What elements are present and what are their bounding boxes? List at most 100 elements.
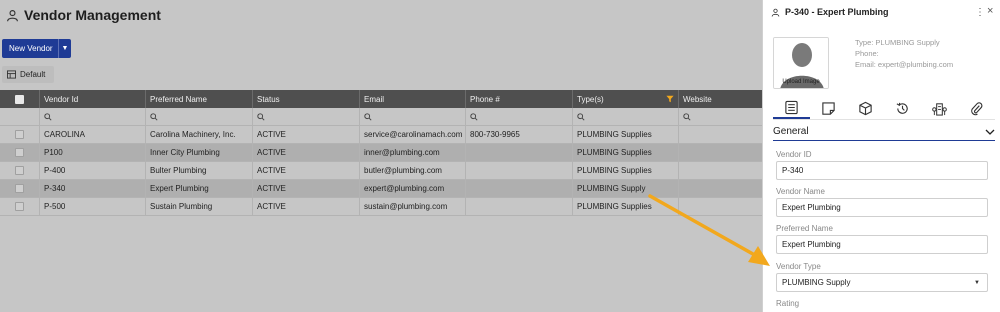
tab-notes[interactable]: [810, 97, 847, 119]
tab-attachments[interactable]: [958, 97, 995, 119]
panel-title: P-340 - Expert Plumbing: [785, 7, 889, 17]
cell-status: ACTIVE: [253, 162, 360, 179]
page-title: Vendor Management: [24, 7, 161, 23]
cell-phone: [466, 144, 573, 161]
view-label: Default: [20, 70, 46, 79]
column-header-types[interactable]: Type(s): [573, 90, 679, 108]
tab-items[interactable]: [847, 97, 884, 119]
cell-preferred-name: Inner City Plumbing: [146, 144, 253, 161]
upload-image-label[interactable]: Upload Image: [774, 79, 828, 85]
cell-email: inner@plumbing.com: [360, 144, 466, 161]
grid-header-row: Vendor Id Preferred Name Status Email Ph…: [0, 90, 762, 108]
vendor-type-select[interactable]: PLUMBING Supply ▼: [776, 273, 988, 292]
box-icon: [859, 101, 872, 115]
cell-type: PLUMBING Supply: [573, 180, 679, 197]
cell-preferred-name: Bulter Plumbing: [146, 162, 253, 179]
tab-general[interactable]: [773, 97, 810, 119]
row-select-cell[interactable]: [0, 144, 40, 161]
table-row[interactable]: P-500 Sustain Plumbing ACTIVE sustain@pl…: [0, 198, 762, 216]
cell-status: ACTIVE: [253, 180, 360, 197]
vendor-user-icon: [7, 9, 18, 21]
cell-status: ACTIVE: [253, 126, 360, 143]
filter-cell[interactable]: [573, 108, 679, 125]
preferred-name-label: Preferred Name: [776, 224, 833, 233]
filter-cell[interactable]: [146, 108, 253, 125]
row-checkbox[interactable]: [15, 130, 24, 139]
filter-icon[interactable]: [666, 95, 674, 103]
new-vendor-label: New Vendor: [9, 44, 53, 53]
column-header-preferred-name[interactable]: Preferred Name: [146, 90, 253, 108]
select-all-cell[interactable]: [0, 90, 40, 108]
preferred-name-field[interactable]: Expert Plumbing: [776, 235, 988, 254]
section-general-header[interactable]: General: [773, 123, 995, 141]
row-checkbox[interactable]: [15, 148, 24, 157]
column-header-email[interactable]: Email: [360, 90, 466, 108]
cell-preferred-name: Sustain Plumbing: [146, 198, 253, 215]
search-icon: [577, 112, 585, 121]
row-checkbox[interactable]: [15, 166, 24, 175]
row-select-cell[interactable]: [0, 180, 40, 197]
vendor-type-value: PLUMBING Supply: [782, 278, 851, 287]
cell-phone: 800-730-9965: [466, 126, 573, 143]
dropdown-caret-icon[interactable]: ▼: [974, 280, 980, 286]
row-checkbox[interactable]: [15, 184, 24, 193]
column-header-phone[interactable]: Phone #: [466, 90, 573, 108]
cell-phone: [466, 180, 573, 197]
filter-cell-empty: [0, 108, 40, 125]
filter-row: [0, 108, 762, 126]
page-header: Vendor Management: [6, 6, 161, 24]
table-row-selected[interactable]: P-340 Expert Plumbing ACTIVE expert@plum…: [0, 180, 762, 198]
list-icon: [785, 100, 798, 114]
column-header-website[interactable]: Website: [679, 90, 762, 108]
row-checkbox[interactable]: [15, 202, 24, 211]
table-row[interactable]: P100 Inner City Plumbing ACTIVE inner@pl…: [0, 144, 762, 162]
tab-locations[interactable]: [921, 97, 958, 119]
vendor-name-field[interactable]: Expert Plumbing: [776, 198, 988, 217]
filter-cell[interactable]: [253, 108, 360, 125]
cell-type: PLUMBING Supplies: [573, 126, 679, 143]
chevron-down-icon[interactable]: [985, 127, 995, 137]
filter-cell[interactable]: [360, 108, 466, 125]
row-select-cell[interactable]: [0, 126, 40, 143]
table-row[interactable]: P-400 Bulter Plumbing ACTIVE butler@plum…: [0, 162, 762, 180]
select-all-checkbox[interactable]: [15, 94, 24, 104]
paperclip-icon: [971, 101, 983, 115]
chevron-down-icon[interactable]: ▼: [58, 39, 71, 58]
filter-cell[interactable]: [466, 108, 573, 125]
row-select-cell[interactable]: [0, 162, 40, 179]
new-vendor-button[interactable]: New Vendor ▼: [2, 39, 71, 58]
column-header-status[interactable]: Status: [253, 90, 360, 108]
table-row[interactable]: CAROLINA Carolina Machinery, Inc. ACTIVE…: [0, 126, 762, 144]
search-icon: [470, 112, 478, 121]
cell-website: [679, 162, 762, 179]
column-header-vendor-id[interactable]: Vendor Id: [40, 90, 146, 108]
vendor-meta: Type: PLUMBING Supply Phone: Email: expe…: [855, 37, 953, 70]
cell-email: sustain@plumbing.com: [360, 198, 466, 215]
more-options-icon[interactable]: ⋮: [975, 7, 985, 18]
cell-website: [679, 144, 762, 161]
cell-phone: [466, 198, 573, 215]
vendor-name-value: Expert Plumbing: [782, 203, 841, 212]
cell-vendor-id: CAROLINA: [40, 126, 146, 143]
close-icon[interactable]: ×: [987, 5, 993, 17]
vendor-id-field[interactable]: P-340: [776, 161, 988, 180]
search-icon: [683, 112, 691, 121]
filter-cell[interactable]: [679, 108, 762, 125]
vendor-grid: Vendor Id Preferred Name Status Email Ph…: [0, 90, 762, 216]
cell-email: expert@plumbing.com: [360, 180, 466, 197]
cell-email: service@carolinamach.com: [360, 126, 466, 143]
avatar-upload[interactable]: Upload Image: [773, 37, 829, 89]
tab-history[interactable]: [884, 97, 921, 119]
rating-label: Rating: [776, 299, 800, 308]
cell-vendor-id: P-400: [40, 162, 146, 179]
cell-status: ACTIVE: [253, 198, 360, 215]
note-icon: [822, 101, 835, 115]
vendor-id-label: Vendor ID: [776, 150, 812, 159]
tabs-divider: [773, 119, 995, 120]
vendor-user-icon: [771, 8, 780, 17]
row-select-cell[interactable]: [0, 198, 40, 215]
search-icon: [44, 112, 52, 121]
view-selector-button[interactable]: Default: [2, 66, 54, 83]
cell-type: PLUMBING Supplies: [573, 144, 679, 161]
filter-cell[interactable]: [40, 108, 146, 125]
